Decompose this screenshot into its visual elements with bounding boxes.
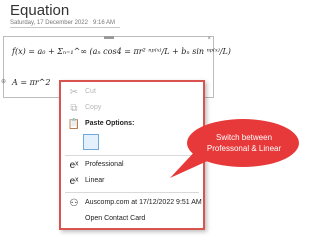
fourier-equation[interactable]: f(x) = a₀ + Σₙ₌₁^∞ (aₙ cos4 = πr² ⁿᵖ⁽ˣ⁾/… xyxy=(12,47,231,56)
menu-item-label: Open Contact Card xyxy=(85,215,146,222)
menu-item-paste-options: 📋 Paste Options: xyxy=(61,117,203,133)
container-close-icon[interactable]: × xyxy=(207,36,211,42)
menu-separator xyxy=(65,192,199,193)
menu-item-label: Cut xyxy=(85,88,96,95)
context-menu: ✂ Cut ⧉ Copy 📋 Paste Options: eˣ Profess… xyxy=(59,80,205,230)
menu-separator xyxy=(65,155,199,156)
menu-item-label: Auscomp.com at 17/12/2022 9:51 AM xyxy=(85,199,202,206)
menu-item-label: Linear xyxy=(85,177,105,184)
title-divider xyxy=(10,27,120,28)
page-title: Equation xyxy=(10,2,70,19)
menu-item-open-contact-card[interactable]: Open Contact Card xyxy=(61,212,203,228)
clipboard-icon: 📋 xyxy=(67,119,81,130)
scissors-icon: ✂ xyxy=(69,87,79,98)
person-icon: ⚇ xyxy=(69,198,79,209)
area-equation[interactable]: A = πr^2 xyxy=(12,78,50,87)
paragraph-handle-icon[interactable]: ⊕ xyxy=(1,78,6,85)
page-time: 9:16 AM xyxy=(93,20,116,26)
professional-equation-icon: eˣ xyxy=(69,160,79,171)
menu-item-cut[interactable]: ✂ Cut xyxy=(61,85,203,101)
copy-icon: ⧉ xyxy=(70,103,78,114)
container-drag-handle[interactable] xyxy=(104,36,114,39)
callout-line-1: Switch between xyxy=(215,133,273,142)
menu-item-copy[interactable]: ⧉ Copy xyxy=(61,101,203,117)
menu-item-label: Paste Options: xyxy=(85,120,135,127)
paste-options-row xyxy=(61,134,203,152)
linear-equation-icon: eˣ xyxy=(69,176,79,187)
menu-item-professional[interactable]: eˣ Professional xyxy=(61,158,203,174)
menu-item-label: Professional xyxy=(85,161,124,168)
menu-item-label: Copy xyxy=(85,104,102,111)
page-date: Saturday, 17 December 2022 xyxy=(10,20,88,26)
menu-item-author[interactable]: ⚇ Auscomp.com at 17/12/2022 9:51 AM xyxy=(61,196,203,212)
menu-item-linear[interactable]: eˣ Linear xyxy=(61,174,203,190)
callout-text: Switch between Professonal & Linear xyxy=(190,132,298,154)
paste-keep-formatting-button[interactable] xyxy=(83,134,99,150)
callout-line-2: Professonal & Linear xyxy=(206,144,282,153)
